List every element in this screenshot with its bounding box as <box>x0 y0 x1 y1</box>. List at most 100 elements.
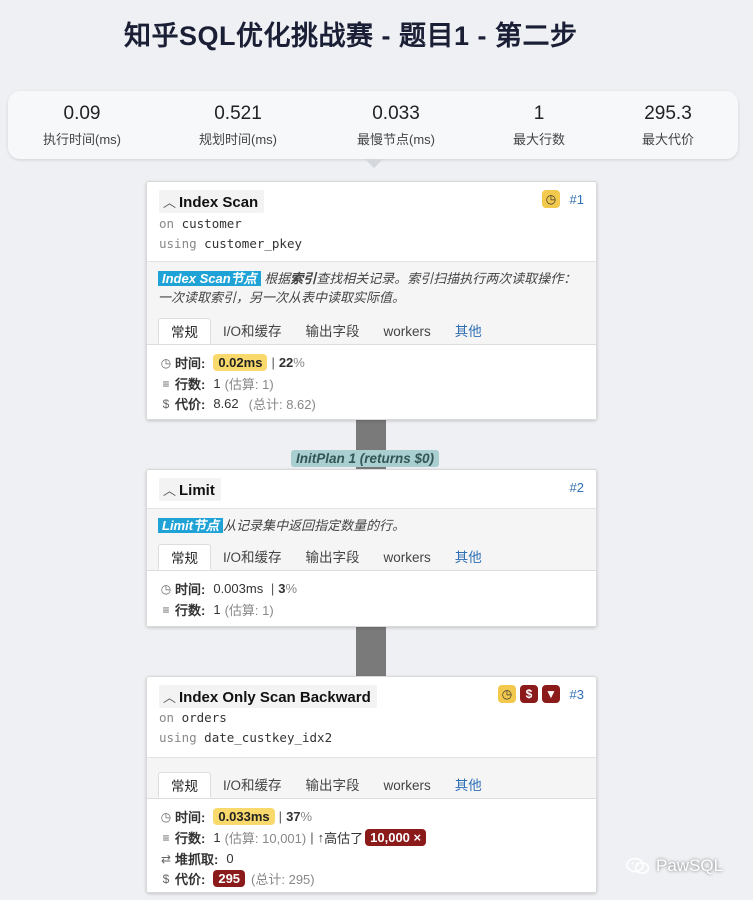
node-title[interactable]: ︿ Limit <box>159 478 221 501</box>
node-id[interactable]: #3 <box>570 687 584 702</box>
plan-node-index-scan[interactable]: ︿ Index Scan ◷ #1 on customer using custo… <box>146 181 597 420</box>
plan-node-index-only-scan-backward[interactable]: ︿ Index Only Scan Backward ◷ $ ▼ #3 on or… <box>146 676 597 893</box>
node-tabs: 常规 I/O和缓存 输出字段 workers 其他 <box>158 772 596 798</box>
tab-misc[interactable]: 其他 <box>443 544 494 570</box>
stat-label: 最慢节点(ms) <box>357 132 435 147</box>
page-title: 知乎SQL优化挑战赛 - 题目1 - 第二步 <box>124 21 578 51</box>
stat-value: 295.3 <box>644 103 692 124</box>
node-badges: ◷ $ ▼ <box>498 685 560 703</box>
label-time: 时间: <box>175 582 206 597</box>
plan-node-limit[interactable]: ︿ Limit #2 Limit节点 从记录集中返回指定数量的行。 常规 I/O和缓… <box>146 469 597 627</box>
row-cost: $ 代价: 8.62 (总计: 8.62) <box>159 394 316 413</box>
collapse-chevron-icon[interactable]: ︿ <box>163 687 176 706</box>
dollar-icon: $ <box>162 871 170 886</box>
tab-workers[interactable]: workers <box>372 318 443 344</box>
tab-general[interactable]: 常规 <box>158 772 211 798</box>
node-relation: on orders <box>159 710 227 725</box>
clock-icon: ◷ <box>542 190 560 208</box>
node-id[interactable]: #1 <box>570 192 584 207</box>
label-time: 时间: <box>175 810 206 825</box>
relation-name: orders <box>181 710 227 725</box>
tab-io-cache[interactable]: I/O和缓存 <box>211 318 294 344</box>
watermark-text: PawSQL <box>656 856 724 875</box>
thumbs-down-icon: ▼ <box>542 685 560 703</box>
keyword-on: on <box>159 710 175 725</box>
stats-caret <box>365 159 383 168</box>
tab-workers[interactable]: workers <box>372 772 443 798</box>
node-details: Index Scan节点 根据索引查找相关记录。索引扫描执行两次读取操作：一次读… <box>147 261 596 419</box>
row-rows: ≡ 行数: 1 (估算: 1) <box>159 374 274 393</box>
tab-general[interactable]: 常规 <box>158 544 211 570</box>
rows-estimate: (估算: 10,001) <box>224 831 307 846</box>
label-cost: 代价: <box>175 872 206 887</box>
label-heap-fetches: 堆抓取: <box>175 852 219 867</box>
tab-misc[interactable]: 其他 <box>443 772 494 798</box>
node-title-text: Index Scan <box>179 194 259 211</box>
keyword-using: using <box>159 730 197 745</box>
node-type-highlight: Index Scan节点 <box>158 271 261 286</box>
tab-output[interactable]: 输出字段 <box>294 318 372 344</box>
cost-total: (总计: 8.62) <box>248 397 316 412</box>
time-percent: 37 <box>286 809 301 824</box>
rows-value: 1 <box>213 376 221 391</box>
label-time: 时间: <box>175 356 206 371</box>
clock-icon: ◷ <box>498 685 516 703</box>
tab-workers[interactable]: workers <box>372 544 443 570</box>
index-name: date_custkey_idx2 <box>204 730 333 745</box>
cost-value: 8.62 <box>213 396 239 411</box>
desc-bold: 索引 <box>290 271 317 286</box>
cost-total: (总计: 295) <box>251 872 315 887</box>
rows-value: 1 <box>213 602 221 617</box>
time-value: 0.033ms <box>213 808 275 825</box>
node-badges: ◷ <box>542 190 560 208</box>
separator: | <box>271 355 275 370</box>
stat-max-rows: 1 最大行数 <box>469 103 609 148</box>
rows-value: 1 <box>213 830 221 845</box>
stat-planning-time: 0.521 规划时间(ms) <box>168 103 308 148</box>
node-title[interactable]: ︿ Index Only Scan Backward <box>159 685 377 708</box>
node-details: 常规 I/O和缓存 输出字段 workers 其他 ◷ 时间: 0.033ms | 37… <box>147 757 596 892</box>
tab-io-cache[interactable]: I/O和缓存 <box>211 772 294 798</box>
node-tabs: 常规 I/O和缓存 输出字段 workers 其他 <box>158 544 596 570</box>
stat-value: 0.521 <box>214 103 262 124</box>
stat-label: 执行时间(ms) <box>43 132 121 147</box>
node-tabs: 常规 I/O和缓存 输出字段 workers 其他 <box>158 318 596 344</box>
tab-output[interactable]: 输出字段 <box>294 772 372 798</box>
node-id[interactable]: #2 <box>570 480 584 495</box>
collapse-chevron-icon[interactable]: ︿ <box>163 192 176 211</box>
overestimate-label: 高估了 <box>324 831 364 846</box>
clock-icon: ◷ <box>160 355 172 370</box>
label-rows: 行数: <box>175 377 206 392</box>
node-title[interactable]: ︿ Index Scan <box>159 190 265 213</box>
swap-icon: ⇄ <box>160 851 172 866</box>
rows-estimate: (估算: 1) <box>224 377 274 392</box>
tab-io-cache[interactable]: I/O和缓存 <box>211 544 294 570</box>
stats-bar: 0.09 执行时间(ms) 0.521 规划时间(ms) 0.033 最慢节点(ms)… <box>8 91 738 159</box>
separator: | <box>310 830 314 845</box>
collapse-chevron-icon[interactable]: ︿ <box>163 480 176 499</box>
node-details: Limit节点 从记录集中返回指定数量的行。 常规 I/O和缓存 输出字段 wor… <box>147 508 596 626</box>
row-rows: ≡ 行数: 1 (估算: 1) <box>159 600 273 619</box>
tab-misc[interactable]: 其他 <box>443 318 494 344</box>
heap-value: 0 <box>226 851 234 866</box>
clock-icon: ◷ <box>160 809 172 824</box>
stat-label: 最大代价 <box>641 132 694 147</box>
separator: | <box>278 809 283 824</box>
dollar-icon: $ <box>520 685 538 703</box>
tab-output[interactable]: 输出字段 <box>294 544 372 570</box>
node-relation: on customer <box>159 216 242 231</box>
cost-value: 295 <box>213 870 246 887</box>
node-type-highlight: Limit节点 <box>158 518 224 533</box>
relation-name: customer <box>181 216 242 231</box>
percent-sign: % <box>300 809 313 824</box>
initplan-label: InitPlan 1 (returns $0) <box>291 450 440 467</box>
percent-sign: % <box>285 581 298 596</box>
stat-value: 1 <box>533 103 545 124</box>
watermark: PawSQL <box>626 856 723 876</box>
rows-icon: ≡ <box>162 830 170 845</box>
row-heap-fetches: ⇄ 堆抓取: 0 <box>159 849 234 868</box>
stat-slowest-node: 0.033 最慢节点(ms) <box>326 103 466 148</box>
tab-general[interactable]: 常规 <box>158 318 211 344</box>
index-name: customer_pkey <box>204 236 303 251</box>
stat-label: 最大行数 <box>512 132 565 147</box>
